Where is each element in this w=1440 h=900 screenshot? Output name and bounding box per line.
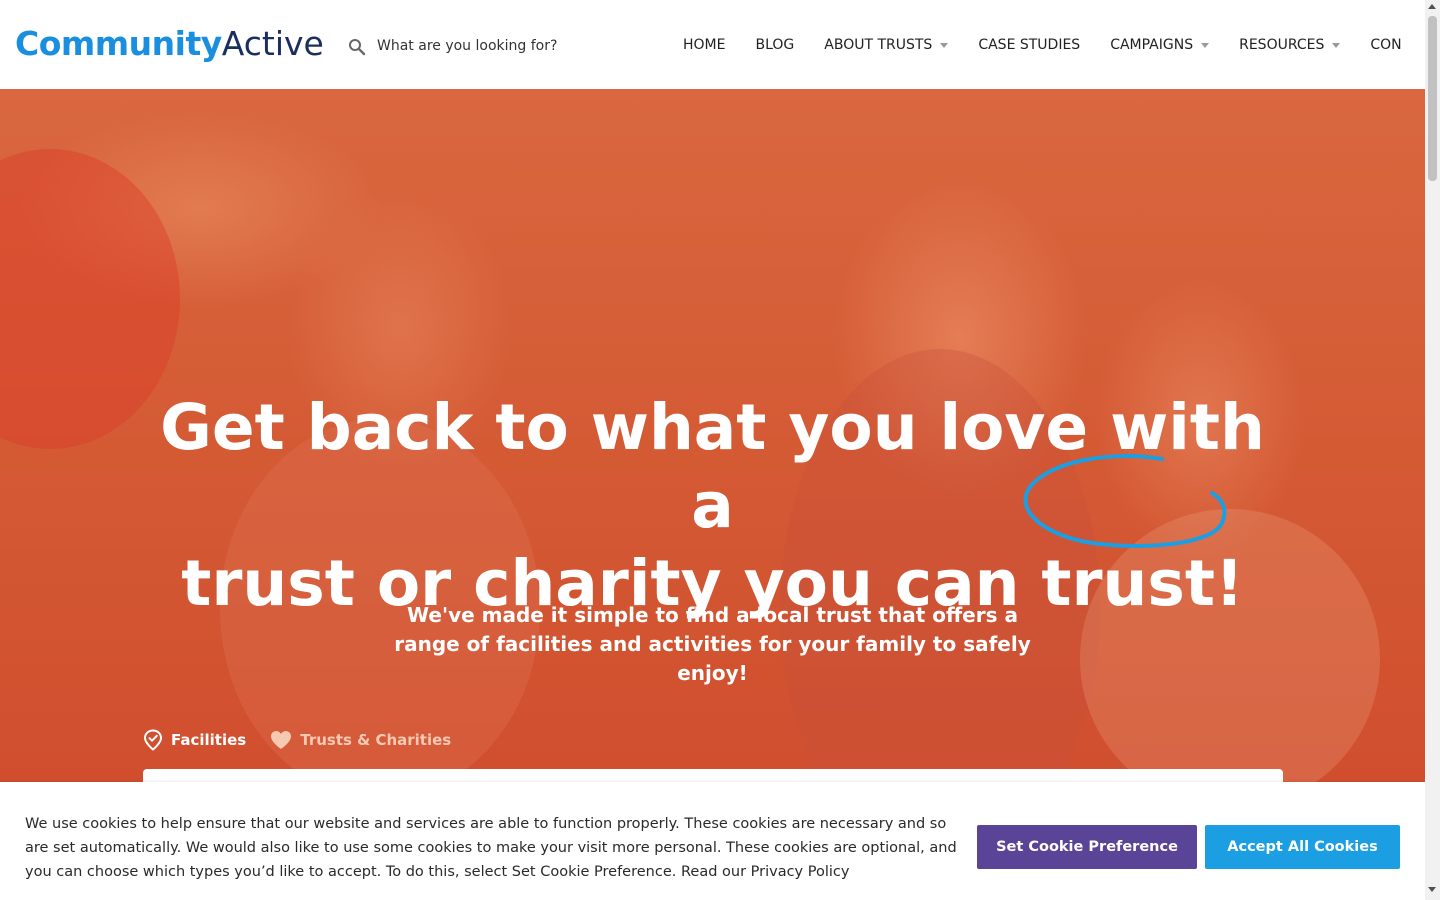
scrollbar-thumb[interactable] (1428, 16, 1437, 181)
nav-label: CAMPAIGNS (1110, 37, 1194, 53)
search-input[interactable] (377, 33, 647, 59)
scroll-down-arrow-icon[interactable] (1428, 887, 1436, 892)
search-tabs: Facilities Trusts & Charities (143, 729, 475, 751)
nav-about-trusts[interactable]: ABOUT TRUSTS (824, 37, 949, 53)
main-nav: HOME BLOG ABOUT TRUSTS CASE STUDIES CAMP… (683, 36, 1432, 54)
search-bar (348, 33, 648, 59)
nav-label: RESOURCES (1239, 37, 1325, 53)
nav-contact[interactable]: CON (1370, 37, 1401, 53)
tab-facilities[interactable]: Facilities (143, 729, 246, 751)
logo-text-community: Community (15, 24, 222, 63)
chevron-down-icon (940, 43, 949, 48)
nav-case-studies[interactable]: CASE STUDIES (978, 37, 1080, 53)
nav-blog[interactable]: BLOG (755, 37, 794, 53)
logo-text-active: Active (221, 24, 324, 63)
hero-banner: Get back to what you love with a trust o… (0, 89, 1425, 900)
tab-label: Trusts & Charities (300, 731, 452, 749)
site-header: CommunityActive HOME BLOG ABOUT TRUSTS C… (0, 0, 1425, 89)
nav-label: BLOG (755, 37, 795, 53)
accept-all-cookies-button[interactable]: Accept All Cookies (1205, 825, 1400, 869)
chevron-down-icon (1332, 43, 1341, 48)
page-scrollbar[interactable] (1425, 0, 1440, 900)
hero-subtitle: We've made it simple to find a local tru… (394, 603, 1031, 685)
nav-resources[interactable]: RESOURCES (1239, 37, 1341, 53)
nav-label: CON (1370, 37, 1402, 53)
hero-title-highlight: trust! (1041, 547, 1244, 620)
swoosh-circle-icon (1023, 454, 1227, 548)
chevron-down-icon (1201, 43, 1210, 48)
nav-home[interactable]: HOME (683, 37, 725, 53)
cookie-banner: We use cookies to help ensure that our w… (0, 782, 1425, 900)
location-check-icon (143, 729, 163, 751)
nav-label: ABOUT TRUSTS (824, 37, 933, 53)
tab-trusts-charities[interactable]: Trusts & Charities (270, 730, 451, 750)
nav-label: HOME (683, 37, 726, 53)
logo[interactable]: CommunityActive (15, 24, 324, 64)
tab-label: Facilities (171, 731, 247, 749)
search-icon[interactable] (348, 38, 366, 56)
nav-campaigns[interactable]: CAMPAIGNS (1110, 37, 1210, 53)
set-cookie-preference-button[interactable]: Set Cookie Preference (977, 825, 1197, 869)
cookie-text: We use cookies to help ensure that our w… (25, 816, 957, 880)
heart-icon (271, 731, 292, 749)
scroll-up-arrow-icon[interactable] (1428, 4, 1436, 9)
nav-label: CASE STUDIES (978, 37, 1081, 53)
